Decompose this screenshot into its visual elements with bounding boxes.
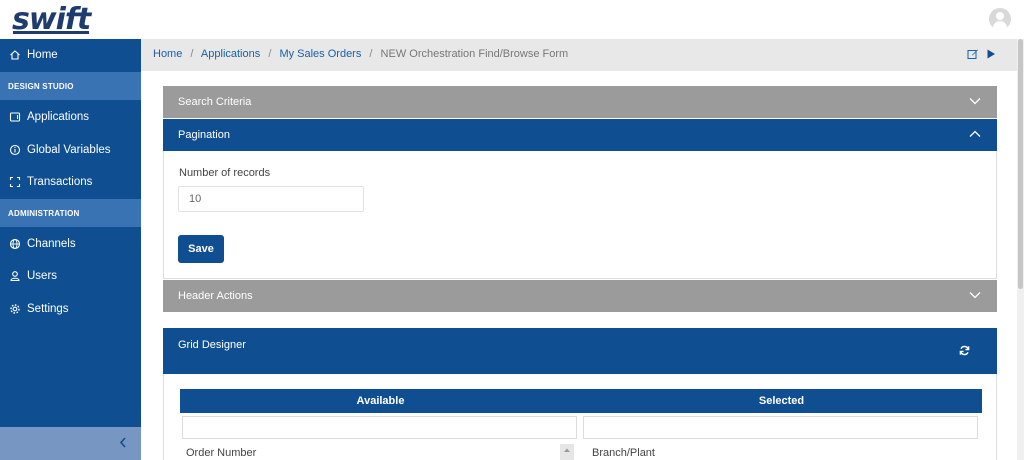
panel-title: Pagination (178, 129, 230, 141)
breadcrumb-my-sales-orders[interactable]: My Sales Orders (279, 48, 361, 60)
user-avatar-icon[interactable] (989, 8, 1011, 30)
breadcrumb-applications[interactable]: Applications (201, 48, 260, 60)
sidebar-item-label: Channels (27, 238, 76, 250)
selected-filter-input[interactable] (583, 416, 978, 439)
available-list-scrollbar[interactable] (560, 444, 574, 460)
sidebar-collapse-button[interactable] (0, 427, 141, 460)
breadcrumb: Home / Applications / My Sales Orders / … (153, 48, 568, 60)
sidebar-item-transactions[interactable]: Transactions (0, 166, 141, 198)
sidebar-item-channels[interactable]: Channels (0, 228, 141, 260)
info-icon (9, 144, 21, 156)
panel-search-criteria-header[interactable]: Search Criteria (163, 86, 997, 118)
available-column-header: Available (356, 395, 405, 407)
page-scrollbar-thumb[interactable] (1018, 39, 1023, 289)
sidebar-item-label: Users (27, 270, 58, 282)
sidebar-item-label: Global Variables (27, 144, 111, 156)
sidebar-item-global-variables[interactable]: Global Variables (0, 134, 141, 166)
breadcrumb-current: NEW Orchestration Find/Browse Form (380, 48, 569, 60)
tablet-icon (9, 111, 21, 123)
user-icon (9, 270, 21, 282)
panel-title: Search Criteria (178, 96, 252, 108)
chevron-down-icon (969, 290, 981, 302)
dual-list-header: Available Selected (180, 389, 982, 413)
home-icon (9, 49, 21, 61)
panel-pagination-body: Number of records Save (163, 151, 997, 279)
breadcrumb-separator: / (369, 48, 373, 60)
available-filter-input[interactable] (182, 416, 577, 439)
sidebar-item-label: Home (27, 49, 58, 61)
available-list-item[interactable]: Order Number (186, 447, 256, 459)
scroll-up-arrow-icon (564, 448, 570, 452)
save-button[interactable]: Save (178, 235, 224, 263)
sidebar-item-settings[interactable]: Settings (0, 293, 141, 325)
sidebar-item-label: Applications (27, 111, 90, 123)
sidebar: Home DESIGN STUDIO Applications Global V… (0, 39, 141, 460)
avatar-body (993, 21, 1007, 30)
selected-column-header: Selected (758, 395, 805, 407)
panel-title: Grid Designer (178, 339, 246, 351)
breadcrumb-bar: Home / Applications / My Sales Orders / … (141, 39, 1017, 71)
panel-header-actions-header[interactable]: Header Actions (163, 280, 997, 312)
selected-list-item[interactable]: Branch/Plant (592, 447, 655, 459)
avatar-head (996, 12, 1004, 20)
breadcrumb-actions (967, 48, 996, 63)
top-bar: swift (0, 0, 1024, 39)
sidebar-section-design-studio: DESIGN STUDIO (0, 72, 141, 100)
panel-pagination-header[interactable]: Pagination (163, 119, 997, 151)
edit-icon[interactable] (967, 48, 979, 63)
chevron-left-icon (119, 436, 127, 451)
sidebar-item-label: Settings (27, 303, 69, 315)
breadcrumb-home[interactable]: Home (153, 48, 182, 60)
expand-icon (9, 176, 21, 188)
number-of-records-label: Number of records (179, 167, 271, 179)
play-icon[interactable] (986, 48, 996, 63)
breadcrumb-separator: / (190, 48, 194, 60)
sidebar-item-home[interactable]: Home (0, 39, 141, 71)
logo-underline (13, 31, 89, 34)
breadcrumb-separator: / (268, 48, 272, 60)
page-scrollbar[interactable] (1017, 39, 1024, 460)
panel-grid-designer-header: Grid Designer (163, 328, 997, 374)
globe-icon (9, 238, 21, 250)
chevron-down-icon (969, 96, 981, 108)
number-of-records-input[interactable] (178, 186, 364, 212)
gear-icon (9, 303, 21, 315)
chevron-up-icon (969, 129, 981, 141)
sidebar-item-users[interactable]: Users (0, 260, 141, 292)
panel-title: Header Actions (178, 290, 253, 302)
sidebar-item-applications[interactable]: Applications (0, 101, 141, 133)
sidebar-item-label: Transactions (27, 176, 93, 188)
refresh-icon[interactable] (959, 345, 970, 359)
panel-grid-designer-body: Available Selected Order Number Branch/P… (163, 374, 997, 460)
sidebar-section-administration: ADMINISTRATION (0, 199, 141, 227)
